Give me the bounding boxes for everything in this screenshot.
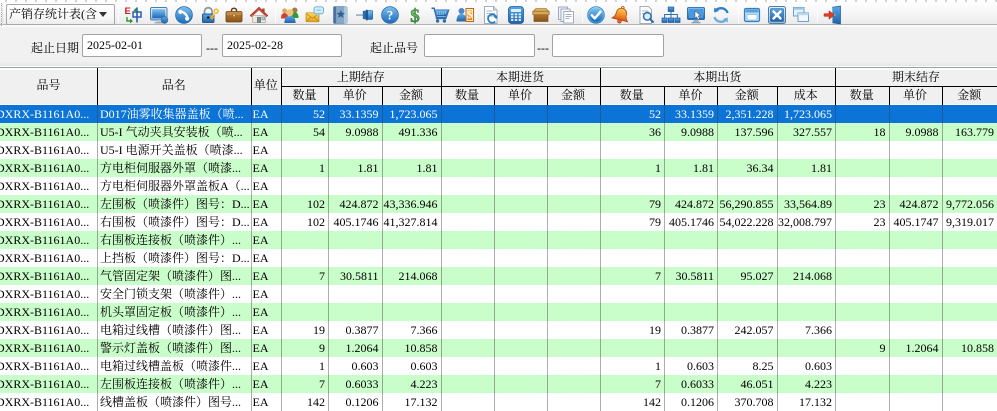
svg-text:?: ? — [387, 8, 394, 23]
svg-text:E: E — [124, 6, 130, 17]
svg-text:$: $ — [410, 6, 420, 25]
svg-text:$: $ — [467, 10, 472, 21]
